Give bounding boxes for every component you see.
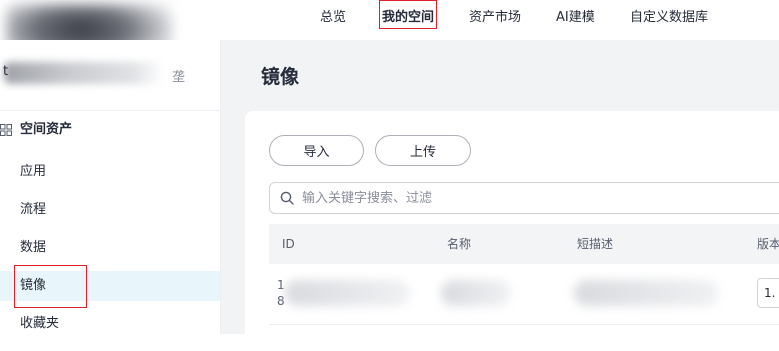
- nav-asset-market[interactable]: 资产市场: [469, 8, 521, 28]
- import-button[interactable]: 导入: [269, 135, 364, 166]
- column-header-name[interactable]: 名称: [447, 224, 471, 264]
- sidebar-images-highlight-box: [14, 265, 87, 308]
- sidebar-item-favorites[interactable]: 收藏夹: [0, 309, 220, 339]
- column-header-version[interactable]: 版本: [757, 224, 779, 264]
- nav-ai-modeling[interactable]: AI建模: [556, 8, 595, 28]
- sidebar-divider: [0, 110, 220, 111]
- nav-my-space-highlight-box: [379, 0, 437, 29]
- table-header: ID 名称 短描述 版本: [269, 224, 779, 264]
- main-content: 镜像 导入 上传 ID 名称 短描述 版本 1 8 1.: [221, 40, 779, 351]
- row-id-fragment-2: 8: [277, 294, 285, 308]
- blurred-description-cell: [574, 280, 719, 306]
- column-header-id[interactable]: ID: [282, 224, 295, 264]
- workspace-name-prefix: t: [3, 64, 9, 79]
- blurred-name-cell: [441, 280, 511, 306]
- version-select[interactable]: 1.: [757, 278, 779, 308]
- images-card: 导入 上传 ID 名称 短描述 版本 1 8 1.: [245, 111, 779, 351]
- sidebar-item-apps[interactable]: 应用: [0, 157, 220, 187]
- page-title: 镜像: [261, 66, 300, 88]
- sidebar-item-data[interactable]: 数据: [0, 233, 220, 263]
- workspace-switch-icon[interactable]: 垄: [172, 66, 185, 85]
- upload-button[interactable]: 上传: [375, 135, 471, 166]
- search-icon: [280, 191, 294, 205]
- sidebar-group-label: 空间资产: [20, 122, 73, 137]
- nav-custom-database[interactable]: 自定义数据库: [630, 8, 708, 28]
- blurred-workspace-name: [4, 62, 164, 84]
- search-box: [269, 182, 779, 214]
- row-id-fragment-1: 1: [277, 278, 285, 292]
- table-row[interactable]: 1 8 1.: [269, 264, 779, 325]
- column-header-short-description[interactable]: 短描述: [577, 224, 613, 264]
- nav-overview[interactable]: 总览: [320, 8, 346, 28]
- search-input[interactable]: [302, 183, 772, 213]
- grid-icon: [0, 124, 12, 136]
- sidebar-item-flows[interactable]: 流程: [0, 195, 220, 225]
- top-nav-bar: 总览 我的空间 资产市场 AI建模 自定义数据库: [0, 0, 779, 68]
- blurred-id-cell: [285, 280, 410, 306]
